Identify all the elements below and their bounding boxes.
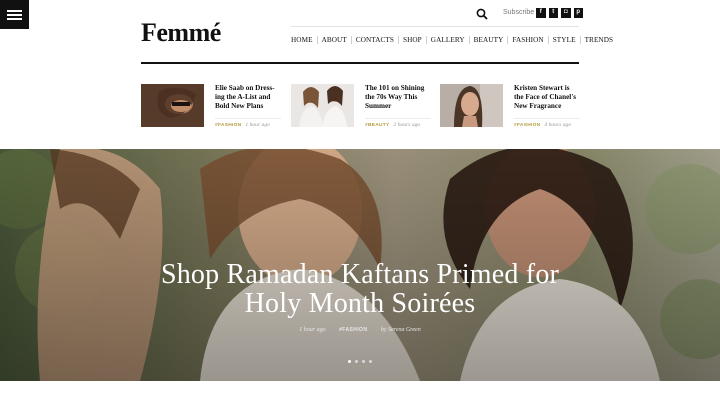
nav-separator bbox=[425, 36, 427, 44]
nav-item-contacts[interactable]: CONTACTS bbox=[356, 36, 394, 44]
hero-title-line: Shop Ramadan Kaftans Primed for bbox=[160, 259, 560, 290]
hero-meta: 1 hour ago #FASHION by Serena Green bbox=[0, 327, 720, 333]
featured-thumbnail[interactable] bbox=[440, 84, 503, 127]
divider bbox=[291, 26, 579, 27]
hero-slide[interactable]: Shop Ramadan Kaftans Primed for Holy Mon… bbox=[0, 149, 720, 381]
pinterest-icon[interactable]: p bbox=[573, 8, 583, 18]
nav-separator bbox=[547, 36, 549, 44]
featured-meta: #FASHION 1 hour ago bbox=[215, 122, 281, 128]
search-icon[interactable] bbox=[476, 8, 488, 20]
category-tag[interactable]: #FASHION bbox=[339, 327, 367, 333]
featured-card[interactable]: The 101 on Shining the 70s Way This Summ… bbox=[291, 84, 431, 134]
nav-item-beauty[interactable]: BEAUTY bbox=[474, 36, 504, 44]
category-tag[interactable]: #BEAUTY bbox=[365, 123, 390, 128]
hero-title[interactable]: Shop Ramadan Kaftans Primed for Holy Mon… bbox=[0, 260, 720, 318]
hero-title-line: Holy Month Soirées bbox=[244, 288, 476, 319]
nav-item-home[interactable]: HOME bbox=[291, 36, 313, 44]
subscribe-link[interactable]: Subscribe bbox=[503, 9, 534, 16]
hamburger-line bbox=[7, 18, 22, 20]
slider-dot[interactable] bbox=[362, 360, 365, 363]
featured-meta: #BEAUTY 2 hours ago bbox=[365, 122, 431, 128]
nav-separator bbox=[579, 36, 581, 44]
featured-title[interactable]: The 101 on Shining the 70s Way This Summ… bbox=[365, 84, 431, 112]
main-nav: HOME ABOUT CONTACTS SHOP GALLERY BEAUTY … bbox=[291, 36, 613, 44]
featured-card[interactable]: Kristen Stewart is the Face of Chanel's … bbox=[440, 84, 580, 134]
nav-item-gallery[interactable]: GALLERY bbox=[431, 36, 465, 44]
nav-item-shop[interactable]: SHOP bbox=[403, 36, 422, 44]
hamburger-line bbox=[7, 10, 22, 12]
divider bbox=[514, 118, 580, 119]
nav-separator bbox=[468, 36, 470, 44]
nav-item-style[interactable]: STYLE bbox=[553, 36, 576, 44]
featured-card[interactable]: Elie Saab on Dress-ing the A-List and Bo… bbox=[141, 84, 281, 134]
category-tag[interactable]: #FASHION bbox=[514, 123, 540, 128]
header-divider bbox=[141, 62, 579, 64]
featured-thumbnail[interactable] bbox=[141, 84, 204, 127]
nav-item-fashion[interactable]: FASHION bbox=[512, 36, 543, 44]
featured-meta: #FASHION 4 hours ago bbox=[514, 122, 580, 128]
slider-dot[interactable] bbox=[355, 360, 358, 363]
timestamp: 4 hours ago bbox=[544, 122, 572, 128]
nav-separator bbox=[350, 36, 352, 44]
slider-dots bbox=[0, 350, 720, 368]
social-links: f t ◘ p bbox=[536, 8, 583, 18]
nav-item-trends[interactable]: TRENDS bbox=[585, 36, 614, 44]
featured-thumbnail[interactable] bbox=[291, 84, 354, 127]
timestamp: 2 hours ago bbox=[393, 122, 421, 128]
hamburger-line bbox=[7, 14, 22, 16]
slider-dot[interactable] bbox=[369, 360, 372, 363]
author[interactable]: by Serena Green bbox=[381, 327, 421, 333]
instagram-icon[interactable]: ◘ bbox=[561, 8, 571, 18]
slider-dot[interactable] bbox=[348, 360, 351, 363]
nav-item-about[interactable]: ABOUT bbox=[322, 36, 347, 44]
divider bbox=[215, 118, 281, 119]
menu-toggle-button[interactable] bbox=[0, 0, 29, 29]
nav-separator bbox=[507, 36, 509, 44]
timestamp: 1 hour ago bbox=[245, 122, 270, 128]
facebook-icon[interactable]: f bbox=[536, 8, 546, 18]
site-logo[interactable]: Femmé bbox=[141, 18, 221, 48]
twitter-icon[interactable]: t bbox=[548, 8, 558, 18]
featured-title[interactable]: Elie Saab on Dress-ing the A-List and Bo… bbox=[215, 84, 281, 112]
timestamp: 1 hour ago bbox=[299, 327, 326, 333]
divider bbox=[365, 118, 431, 119]
nav-separator bbox=[316, 36, 318, 44]
category-tag[interactable]: #FASHION bbox=[215, 123, 241, 128]
featured-title[interactable]: Kristen Stewart is the Face of Chanel's … bbox=[514, 84, 580, 112]
nav-separator bbox=[398, 36, 399, 44]
